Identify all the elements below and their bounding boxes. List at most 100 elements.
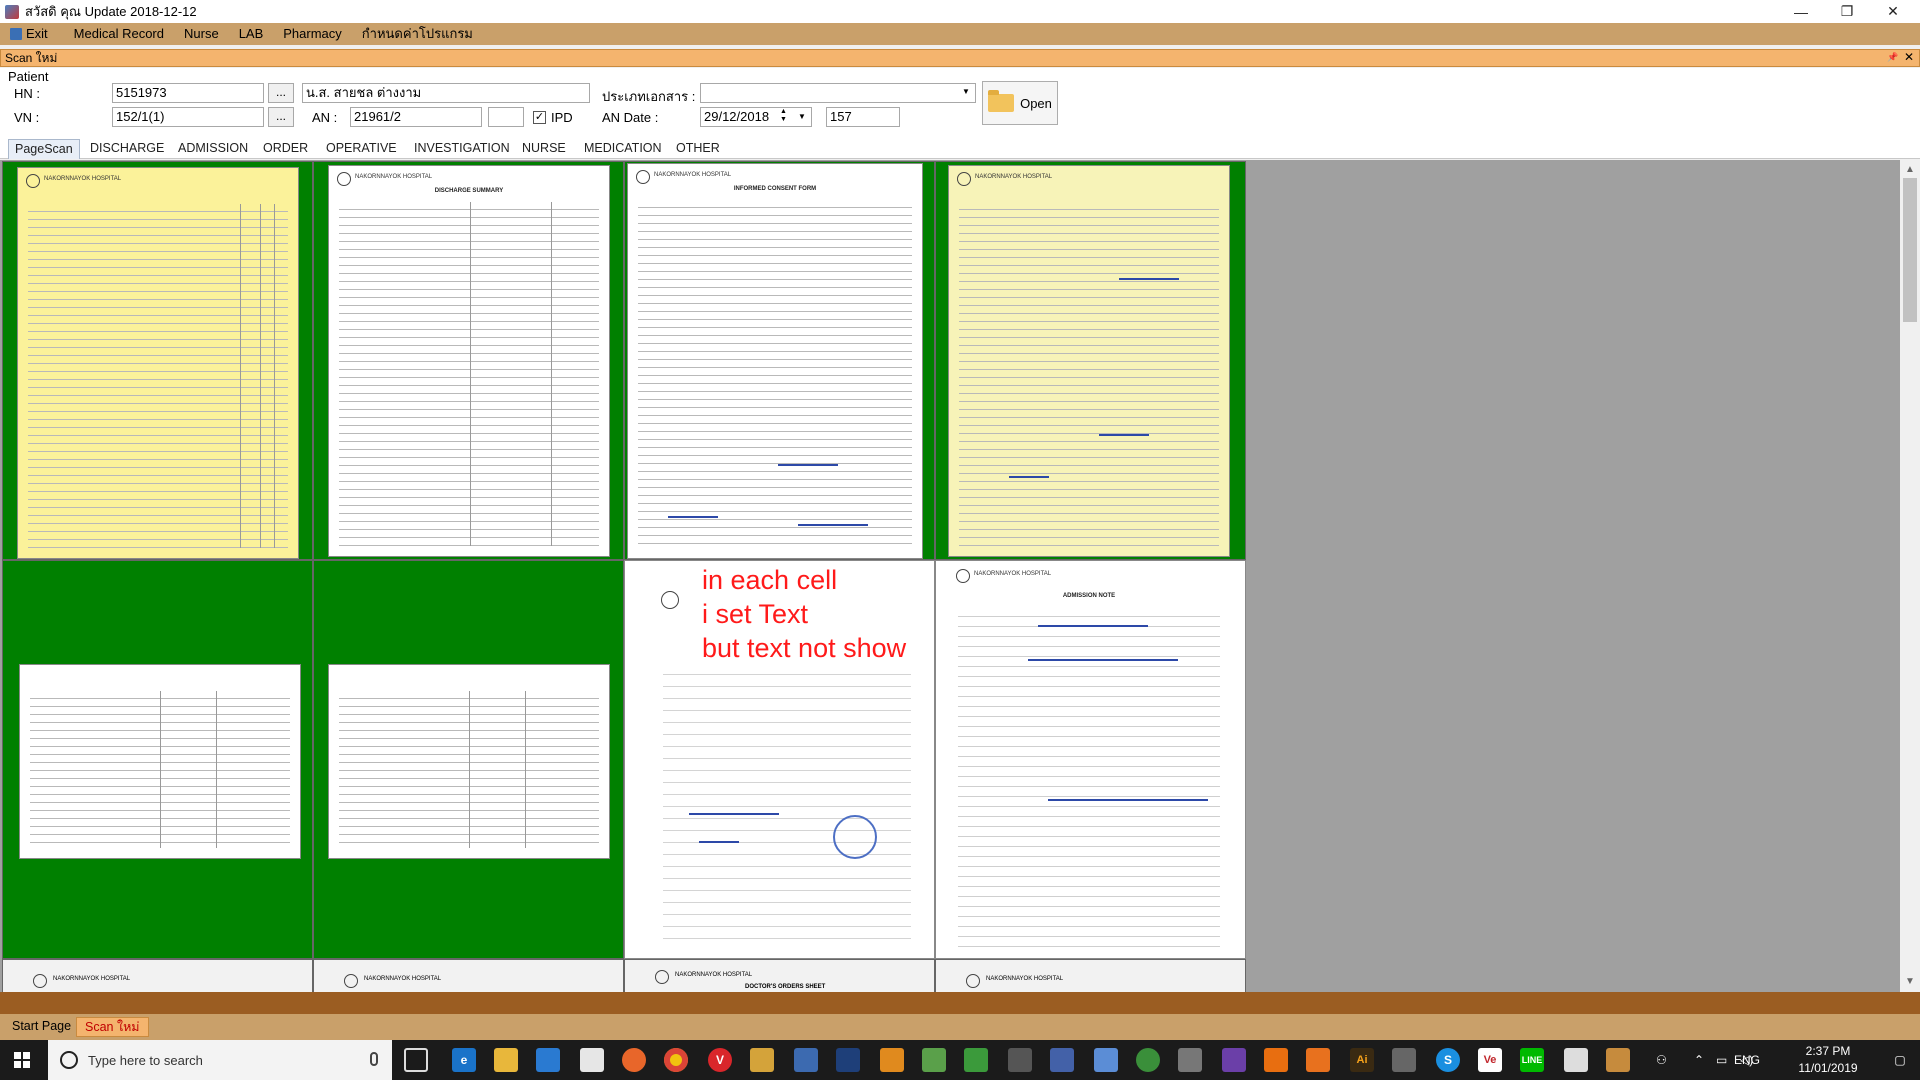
app-icon-7[interactable]: [1050, 1048, 1074, 1072]
vn-browse-button[interactable]: ...: [268, 107, 294, 127]
an-date-picker[interactable]: 29/12/2018: [700, 107, 812, 127]
menu-exit[interactable]: Exit: [0, 23, 58, 45]
grid-cell[interactable]: NAKORNNAYOK HOSPITAL: [2, 161, 313, 560]
file-explorer-icon[interactable]: [494, 1048, 518, 1072]
chrome-icon[interactable]: [664, 1048, 688, 1072]
tab-scan-new[interactable]: Scan ใหม่: [76, 1017, 149, 1037]
skype-icon[interactable]: S: [1436, 1048, 1460, 1072]
windows-start-icon[interactable]: [14, 1052, 30, 1068]
an-input[interactable]: 21961/2: [350, 107, 482, 127]
app-icon-4[interactable]: [922, 1048, 946, 1072]
grid-cell[interactable]: NAKORNNAYOK HOSPITAL ADMISSION NOTE: [935, 560, 1246, 959]
app-icon-2[interactable]: [794, 1048, 818, 1072]
spin-icon[interactable]: ▲ ▼: [780, 108, 787, 124]
microphone-icon[interactable]: [370, 1052, 378, 1066]
app-icon-10[interactable]: [1178, 1048, 1202, 1072]
sublime-icon[interactable]: [880, 1048, 904, 1072]
calculator-icon[interactable]: [1392, 1048, 1416, 1072]
illustrator-icon[interactable]: Ai: [1350, 1048, 1374, 1072]
hn-input[interactable]: 5151973: [112, 83, 264, 103]
menu-pharmacy[interactable]: Pharmacy: [273, 23, 352, 45]
close-document-icon[interactable]: ✕: [1904, 50, 1914, 64]
mail-icon[interactable]: [580, 1048, 604, 1072]
menu-bar: Exit Medical Record Nurse LAB Pharmacy ก…: [0, 23, 1920, 45]
app-icon-6[interactable]: [1008, 1048, 1032, 1072]
people-icon[interactable]: ⚇: [1656, 1040, 1667, 1080]
menu-nurse[interactable]: Nurse: [174, 23, 229, 45]
app-icon-1[interactable]: [750, 1048, 774, 1072]
menu-lab[interactable]: LAB: [229, 23, 274, 45]
grid-cell[interactable]: NAKORNNAYOK HOSPITAL: [935, 161, 1246, 560]
page-title: INFORMED CONSENT FORM: [733, 186, 817, 192]
page-hospital-name: NAKORNNAYOK HOSPITAL: [986, 976, 1064, 982]
scrollbar-thumb[interactable]: [1903, 178, 1917, 322]
edge-icon[interactable]: e: [452, 1048, 476, 1072]
handwriting: [699, 841, 739, 843]
scroll-down-icon[interactable]: ▼: [1904, 976, 1916, 987]
grid-cell[interactable]: [2, 560, 313, 959]
calendar-dropdown-icon[interactable]: ▼: [798, 112, 806, 121]
maximize-button[interactable]: ❐: [1824, 0, 1870, 23]
grid-cell[interactable]: NAKORNNAYOK HOSPITAL DOCTOR'S ORDERS SHE…: [624, 959, 935, 992]
page-lines: [28, 204, 288, 548]
ipd-checkbox[interactable]: ✓: [533, 111, 546, 124]
app-icon-3[interactable]: [836, 1048, 860, 1072]
visual-studio-icon[interactable]: [1222, 1048, 1246, 1072]
app-icon-8[interactable]: [1094, 1048, 1118, 1072]
taskbar-search[interactable]: Type here to search: [48, 1040, 392, 1080]
minimize-button[interactable]: —: [1778, 0, 1824, 23]
an-extra-input[interactable]: [488, 107, 524, 127]
store-icon[interactable]: [536, 1048, 560, 1072]
handwriting: [798, 524, 868, 526]
scanned-page: NAKORNNAYOK HOSPITAL INFORMED CONSENT FO…: [627, 163, 923, 559]
tab-start-page[interactable]: Start Page: [4, 1017, 79, 1037]
language-indicator[interactable]: ENG: [1734, 1040, 1760, 1080]
notifications-icon[interactable]: ▢: [1880, 1040, 1920, 1080]
window-title: สวัสดิ คุณ Update 2018-12-12: [25, 4, 197, 19]
doctype-select[interactable]: [700, 83, 976, 103]
active-app-icon[interactable]: [1606, 1048, 1630, 1072]
pin-icon[interactable]: 📌: [1887, 52, 1898, 63]
menu-settings[interactable]: กำหนดค่าโปรแกรม: [352, 23, 483, 45]
grid-cell[interactable]: NAKORNNAYOK HOSPITAL: [935, 959, 1246, 992]
photos-icon[interactable]: [1564, 1048, 1588, 1072]
tab-nurse[interactable]: NURSE: [516, 139, 572, 159]
taskbar-clock[interactable]: 2:37 PM 11/01/2019: [1788, 1043, 1868, 1077]
network-icon[interactable]: ▭: [1716, 1040, 1727, 1080]
close-button[interactable]: ✕: [1870, 0, 1916, 23]
tab-pagescan[interactable]: PageScan: [8, 139, 80, 159]
scroll-up-icon[interactable]: ▲: [1904, 164, 1916, 175]
tab-other[interactable]: OTHER: [670, 139, 726, 159]
tab-medication[interactable]: MEDICATION: [578, 139, 668, 159]
hospital-seal-icon: [956, 569, 970, 583]
menu-medical-record[interactable]: Medical Record: [64, 23, 174, 45]
tab-investigation[interactable]: INVESTIGATION: [408, 139, 516, 159]
tray-chevron-icon[interactable]: ⌃: [1694, 1040, 1704, 1080]
hn-browse-button[interactable]: ...: [268, 83, 294, 103]
app-icon-11[interactable]: [1306, 1048, 1330, 1072]
grid-cell[interactable]: NAKORNNAYOK HOSPITAL: [313, 959, 624, 992]
firefox-icon[interactable]: [622, 1048, 646, 1072]
app-icon-12[interactable]: Ve: [1478, 1048, 1502, 1072]
line-icon[interactable]: LINE: [1520, 1048, 1544, 1072]
app-icon-9[interactable]: [1136, 1048, 1160, 1072]
vlc-icon[interactable]: [1264, 1048, 1288, 1072]
tab-admission[interactable]: ADMISSION: [172, 139, 254, 159]
grid-cell[interactable]: NAKORNNAYOK HOSPITAL DISCHARGE SUMMARY: [313, 161, 624, 560]
grid-cell[interactable]: in each cell i set Text but text not sho…: [624, 560, 935, 959]
tab-discharge[interactable]: DISCHARGE: [84, 139, 170, 159]
grid-cell[interactable]: NAKORNNAYOK HOSPITAL: [2, 959, 313, 992]
an-number-field[interactable]: 157: [826, 107, 900, 127]
app-icon-5[interactable]: [964, 1048, 988, 1072]
grid-cell[interactable]: NAKORNNAYOK HOSPITAL INFORMED CONSENT FO…: [624, 161, 935, 560]
grid-cell[interactable]: [313, 560, 624, 959]
open-button[interactable]: Open: [982, 81, 1058, 125]
task-view-icon[interactable]: [404, 1048, 428, 1072]
vn-input[interactable]: 152/1(1): [112, 107, 264, 127]
tab-order[interactable]: ORDER: [257, 139, 314, 159]
chevron-down-icon[interactable]: ▼: [962, 87, 970, 96]
page-lines: [958, 607, 1220, 947]
clock-time: 2:37 PM: [1805, 1044, 1851, 1058]
vivaldi-icon[interactable]: V: [708, 1048, 732, 1072]
tab-operative[interactable]: OPERATIVE: [320, 139, 403, 159]
